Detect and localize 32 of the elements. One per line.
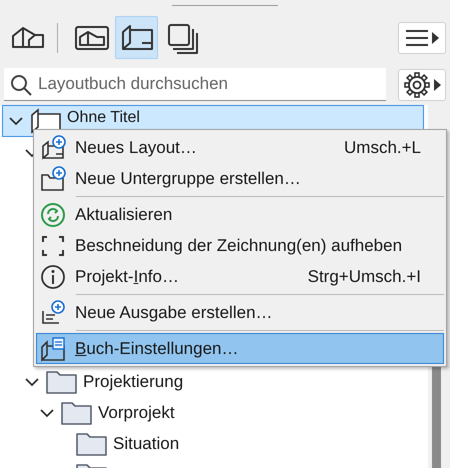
triangle-icon — [432, 32, 438, 44]
menu-item[interactable]: Neue Ausgabe erstellen… — [36, 297, 444, 328]
shortcut-label: Umsch.+L — [344, 138, 421, 158]
menu-item[interactable]: Aktualisieren — [36, 199, 444, 230]
menu-icon — [406, 30, 428, 46]
new-folder-icon — [39, 164, 67, 192]
view-button[interactable] — [115, 16, 158, 59]
folder-icon — [60, 400, 94, 426]
menu-item[interactable]: Projekt-Info… Strg+Umsch.+I — [36, 261, 444, 292]
search-icon — [10, 74, 32, 96]
menu-item[interactable]: Neue Untergruppe erstellen… — [36, 163, 444, 194]
folder-icon — [75, 430, 109, 456]
book-settings-icon — [39, 334, 67, 362]
search-field[interactable]: Layoutbuch durchsuchen — [4, 68, 386, 101]
info-icon — [39, 262, 67, 290]
tree-label: Situation — [113, 434, 180, 454]
shortcut-label: Strg+Umsch.+I — [308, 266, 421, 286]
chevron-icon[interactable] — [25, 376, 39, 386]
chevron-icon[interactable] — [9, 116, 23, 126]
tree-label: Projektierung — [83, 372, 184, 392]
new-publish-icon — [39, 298, 67, 326]
settings-button[interactable] — [398, 68, 446, 100]
new-layout-icon — [39, 134, 67, 162]
tree-label: Ohne Titel — [67, 109, 140, 127]
menu-item[interactable]: Beschneidung der Zeichnung(en) aufheben — [36, 230, 444, 261]
settings-icon — [404, 72, 430, 98]
tree-label: Vorprojekt — [98, 402, 175, 422]
chevron-icon[interactable] — [40, 408, 54, 418]
refresh-icon — [39, 200, 67, 228]
menu-button[interactable] — [398, 22, 446, 54]
menu-item[interactable]: Buch-Einstellungen… — [36, 333, 444, 364]
triangle-icon — [434, 78, 440, 90]
